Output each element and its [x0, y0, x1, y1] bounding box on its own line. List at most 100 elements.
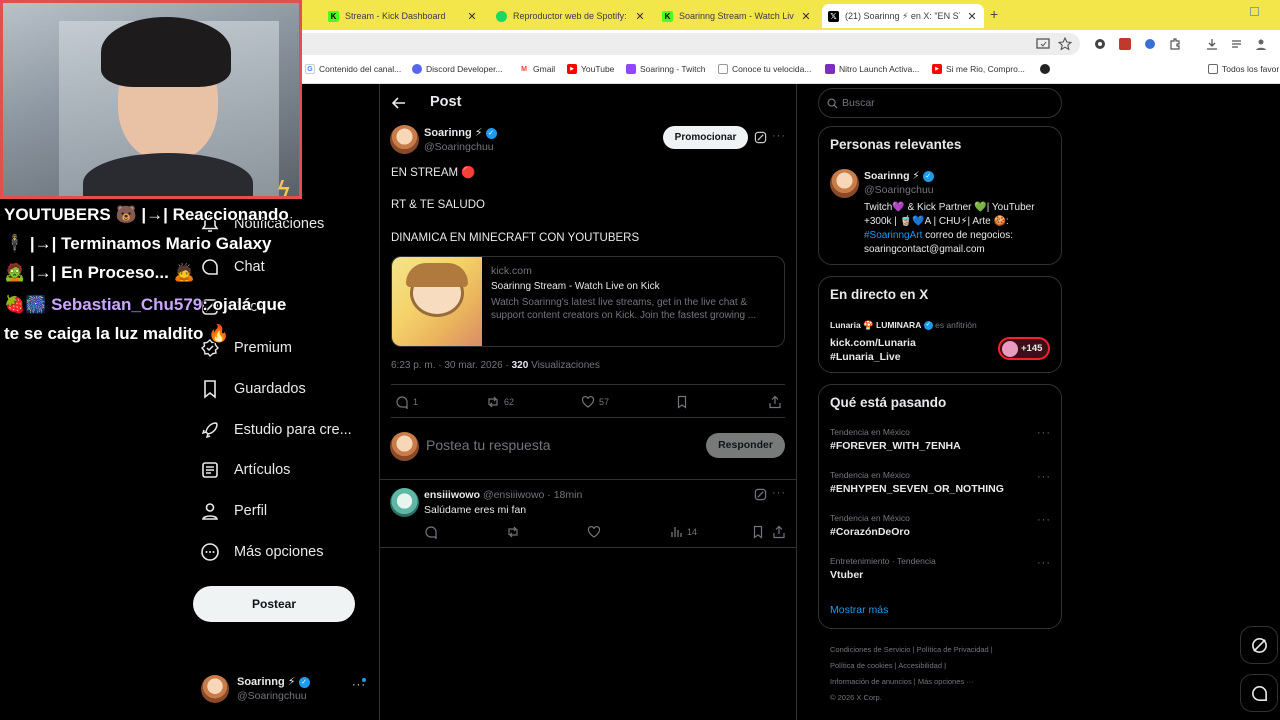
extension-icon[interactable]: [1143, 37, 1157, 51]
grok-icon: [1252, 638, 1267, 653]
bookmark-button[interactable]: [751, 525, 765, 539]
repost-button[interactable]: [506, 525, 520, 539]
divider: [391, 384, 785, 385]
reply-submit-button[interactable]: Responder: [706, 433, 785, 458]
grok-floating-button[interactable]: [1240, 626, 1278, 664]
post-author[interactable]: Soarinng ⚡ ✓: [424, 126, 497, 139]
chat-icon: [1252, 686, 1267, 701]
repost-button[interactable]: 62: [486, 395, 514, 409]
post-button[interactable]: Postear: [193, 586, 355, 622]
bookmark-item[interactable]: Soarinng - Twitch: [626, 64, 706, 74]
nav-articles[interactable]: Artículos: [200, 460, 290, 480]
new-tab-icon[interactable]: +: [990, 6, 998, 22]
nav-profile[interactable]: Perfil: [200, 501, 267, 521]
avatar: [390, 432, 419, 461]
nav-bookmarks[interactable]: Guardados: [200, 379, 306, 399]
browser-tab[interactable]: Reproductor web de Spotify: m ✕: [490, 4, 652, 28]
lightning-icon: ϟ: [278, 176, 290, 201]
messages-floating-button[interactable]: [1240, 674, 1278, 712]
footer-link[interactable]: Accesibilidad: [898, 661, 942, 670]
more-dots-icon[interactable]: ···: [772, 487, 786, 499]
views-button[interactable]: 14: [669, 525, 697, 539]
rocket-icon: [201, 422, 218, 439]
bookmark-item[interactable]: Nitro Launch Activa...: [825, 64, 919, 74]
share-button[interactable]: [772, 525, 786, 539]
media-control-icon[interactable]: [1230, 37, 1244, 51]
link-preview-card[interactable]: kick.com Soarinng Stream - Watch Live on…: [391, 256, 785, 347]
browser-tab[interactable]: K Soarinng Stream - Watch Live o ✕: [656, 4, 818, 28]
extension-icon[interactable]: [1093, 37, 1107, 51]
nav-chat[interactable]: Chat: [200, 257, 265, 277]
window-maximize-icon[interactable]: [1250, 7, 1259, 16]
like-button[interactable]: [587, 525, 601, 539]
profile-name[interactable]: Soarinng ⚡ ✓: [864, 170, 934, 182]
close-tab-icon[interactable]: ✕: [966, 10, 978, 23]
avatar[interactable]: [390, 125, 419, 154]
folder-icon: [1208, 64, 1218, 74]
trend-item[interactable]: Tendencia en México #CorazónDeOro: [830, 513, 910, 538]
live-host: Lunaria 🍄 LUMINARA ✓ es anfitrión: [830, 320, 977, 331]
reply-button[interactable]: 1: [395, 395, 418, 409]
more-dots-icon[interactable]: ···: [772, 130, 786, 142]
more-dots-icon[interactable]: ···: [1037, 557, 1051, 569]
trend-item[interactable]: Tendencia en México #ENHYPEN_SEVEN_OR_NOT…: [830, 470, 1004, 495]
like-button[interactable]: 57: [581, 395, 609, 409]
footer-link[interactable]: Información de anuncios: [830, 677, 912, 686]
bookmark-item[interactable]: G Contenido del canal...: [305, 64, 401, 74]
profile-icon[interactable]: [1254, 37, 1268, 51]
bookmark-item[interactable]: M Gmail: [519, 64, 555, 74]
bookmark-item[interactable]: Discord Developer...: [412, 64, 503, 74]
trend-item[interactable]: Tendencia en México #FOREVER_WITH_7ENHA: [830, 427, 961, 452]
footer-link[interactable]: Condiciones de Servicio: [830, 645, 910, 654]
globe-icon: [1040, 64, 1050, 74]
stream-chat-message: 🍓🎆 Sebastian_Chu579: ojalá que: [4, 295, 287, 314]
nav-more-options[interactable]: Más opciones: [200, 542, 323, 562]
reply-author[interactable]: ensiiiwowo @ensiiiwowo · 18min: [424, 489, 582, 501]
profile-bio: Twitch💜 & Kick Partner 💚| YouTuber +300k…: [864, 202, 1035, 255]
footer-link[interactable]: Política de cookies: [830, 661, 893, 670]
webcam-overlay: [0, 0, 302, 199]
more-dots-icon[interactable]: ···: [1037, 471, 1051, 483]
browser-tab[interactable]: K Stream - Kick Dashboard ✕: [322, 4, 484, 28]
more-dots-icon[interactable]: ···: [1037, 427, 1051, 439]
hashtag-link[interactable]: #SoarinngArt: [864, 230, 922, 241]
bookmark-item[interactable]: ▶ YouTube: [567, 64, 614, 74]
bookmark-star-icon[interactable]: [1058, 37, 1072, 51]
browser-tab-active[interactable]: 𝕏 (21) Soarinng ⚡ en X: "EN STR ✕: [822, 4, 984, 28]
reply-input[interactable]: Postea tu respuesta: [426, 437, 551, 453]
post-handle[interactable]: @Soaringchuu: [424, 141, 494, 153]
close-tab-icon[interactable]: ✕: [466, 10, 478, 23]
extension-icon[interactable]: [1118, 37, 1132, 51]
live-card[interactable]: En directo en X Lunaria 🍄 LUMINARA ✓ es …: [818, 276, 1062, 373]
cast-icon[interactable]: [1036, 37, 1050, 51]
more-dots-icon[interactable]: ···: [1037, 514, 1051, 526]
promote-button[interactable]: Promocionar: [663, 126, 748, 149]
trend-item[interactable]: Entretenimiento · Tendencia Vtuber: [830, 556, 936, 581]
reply-button[interactable]: [424, 525, 438, 539]
share-button[interactable]: [768, 395, 782, 409]
bookmark-button[interactable]: [675, 395, 689, 409]
footer-links: Condiciones de Servicio | Política de Pr…: [830, 645, 993, 702]
bookmark-item[interactable]: Conoce tu velocida...: [718, 64, 811, 74]
search-input[interactable]: Buscar: [818, 88, 1062, 118]
account-switcher[interactable]: Soarinng ⚡ ✓ @Soaringchuu ···: [200, 673, 370, 707]
close-tab-icon[interactable]: ✕: [800, 10, 812, 23]
bookmark-item[interactable]: ▶ Si me Rio, Compro...: [932, 64, 1025, 74]
puzzle-icon[interactable]: [1168, 37, 1182, 51]
verified-badge-icon: ✓: [923, 321, 933, 331]
back-arrow-icon[interactable]: [392, 96, 406, 110]
grok-icon[interactable]: [754, 488, 767, 501]
download-icon[interactable]: [1205, 37, 1219, 51]
nav-creator-studio[interactable]: Estudio para cre...: [200, 420, 352, 440]
stream-overlay-text: YOUTUBERS 🐻 |→| Reaccionando: [4, 205, 289, 224]
bookmark-item[interactable]: [1040, 64, 1050, 74]
footer-link[interactable]: Política de Privacidad: [917, 645, 989, 654]
avatar[interactable]: [830, 169, 859, 198]
footer-link[interactable]: Más opciones ···: [918, 677, 974, 686]
close-tab-icon[interactable]: ✕: [634, 10, 646, 23]
url-input[interactable]: [290, 33, 1080, 55]
show-more-link[interactable]: Mostrar más: [830, 604, 888, 616]
grok-icon[interactable]: [754, 131, 767, 144]
bookmark-folder[interactable]: Todos los favor: [1208, 64, 1279, 74]
discord-icon: [412, 64, 422, 74]
